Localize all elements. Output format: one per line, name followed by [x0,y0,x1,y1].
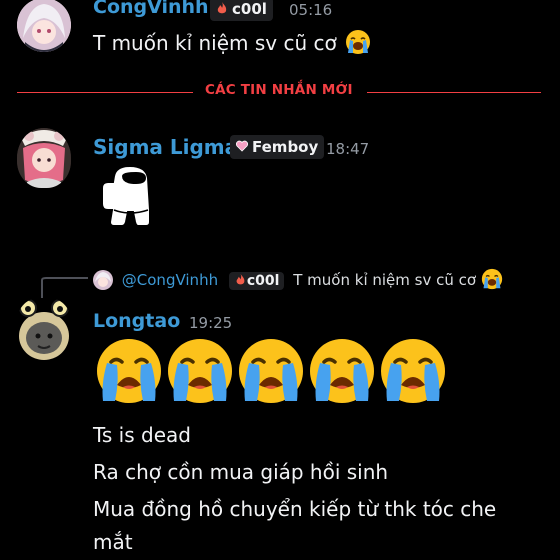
timestamp: 18:47 [326,140,370,158]
loudly-crying-face-icon [168,339,232,403]
divider-line-left [17,92,193,93]
fire-icon [236,273,245,285]
timestamp: 19:25 [189,314,233,332]
message-text: T muốn kỉ niệm sv cũ cơ [93,29,371,55]
reply-author[interactable]: @CongVinhh [122,271,218,289]
reply-text: T muốn kỉ niệm sv cũ cơ [293,271,477,289]
author-name[interactable]: Longtao [93,310,180,332]
badge-label: Femboy [252,138,319,156]
author-name[interactable]: Sigma Ligma [93,135,238,159]
reply-badge: c00l [228,272,285,290]
message-line: mắt [93,530,133,554]
avatar-longtao[interactable] [16,298,72,364]
loudly-crying-face-icon [481,268,502,290]
avatar-sigma-ligma[interactable] [17,128,71,188]
loudly-crying-face-icon [310,339,374,403]
divider-label: CÁC TIN NHẮN MỚI [205,82,353,98]
reply-avatar [93,270,113,290]
emoji-row [93,335,448,407]
avatar-congvinhh[interactable] [17,0,71,52]
timestamp: 05:16 [289,1,333,19]
reply-connector [41,277,88,300]
loudly-crying-face-icon [97,339,161,403]
fire-icon [217,2,227,14]
message-line: Mua đồng hồ chuyển kiếp từ thk tóc che [93,497,497,521]
author-name[interactable]: CongVinhh [93,0,209,18]
divider-line-right [367,92,541,93]
message-content: T muốn kỉ niệm sv cũ cơ [93,31,337,55]
pink-heart-icon [235,140,249,152]
badge-label: c00l [232,0,267,18]
loudly-crying-face-icon [381,339,445,403]
message-line: Ts is dead [93,423,191,447]
loudly-crying-face-icon [346,30,371,54]
role-badge[interactable]: c00l [210,0,273,21]
among-us-crewmate-sticker[interactable] [100,164,162,228]
reply-preview[interactable]: @CongVinhh c00l T muốn kỉ niệm sv cũ cơ [93,268,503,292]
loudly-crying-face-icon [239,339,303,403]
reply-badge-label: c00l [246,273,280,289]
role-badge[interactable]: Femboy [230,135,325,159]
message-line: Ra chợ cồn mua giáp hồi sinh [93,460,389,484]
